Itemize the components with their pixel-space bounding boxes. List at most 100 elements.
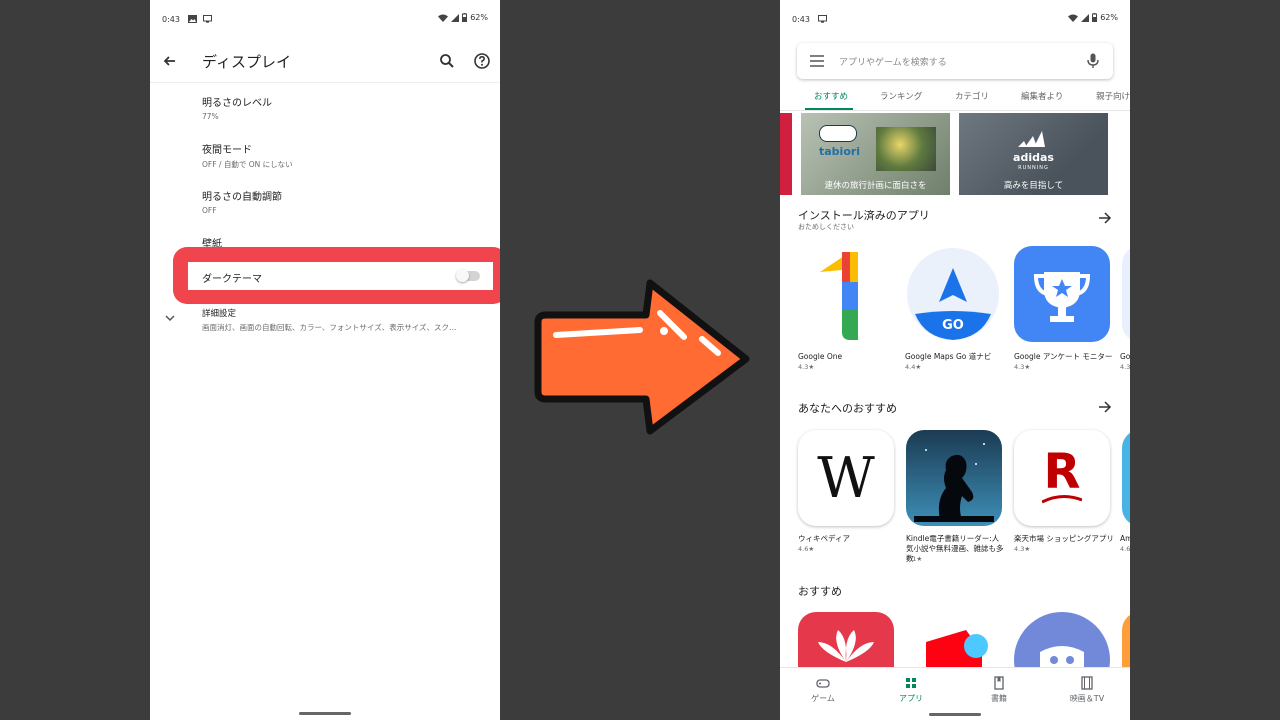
tab-recommended[interactable]: おすすめ: [814, 90, 848, 102]
app-name: Google アンケート モニター: [1014, 352, 1113, 361]
kindle-reader-icon: [914, 443, 994, 522]
app-rating: 4.3: [1120, 363, 1130, 371]
trophy-icon: [1033, 272, 1091, 322]
section-title-for-you: あなたへのおすすめ: [798, 402, 897, 415]
app-name: 楽天市場 ショッピングアプリ: [1014, 534, 1114, 543]
search-placeholder: アプリやゲームを検索する: [839, 58, 947, 68]
status-bar: 0:43 62%: [780, 10, 1130, 30]
film-icon: [1081, 676, 1093, 690]
banner-adidas[interactable]: adidas RUNNING 高みを目指して: [959, 113, 1108, 195]
arrow-right-icon[interactable]: [1098, 211, 1112, 225]
tab-indicator: [805, 108, 853, 110]
battery-icon: [1092, 13, 1098, 22]
app-icon-maps-go[interactable]: GO: [905, 246, 1001, 342]
app-rating: 4.6: [1120, 545, 1130, 553]
banner-caption: 高みを目指して: [1003, 181, 1064, 191]
banner-tabiori[interactable]: tabiori 連休の旅行計画に面白さを: [801, 113, 950, 195]
nav-games[interactable]: ゲーム: [788, 676, 858, 704]
section-title-installed: インストール済みのアプリ: [798, 209, 930, 222]
setting-title: 詳細設定: [202, 309, 237, 319]
screen-notification-icon: [818, 15, 827, 23]
setting-subtitle: 画面消灯、画面の自動回転、カラー、フォントサイズ、表示サイズ、スク…: [202, 323, 457, 332]
search-bar[interactable]: アプリやゲームを検索する: [797, 43, 1113, 79]
app-icon-partial[interactable]: [1122, 430, 1130, 526]
wifi-icon: [1068, 14, 1079, 22]
setting-adaptive-brightness[interactable]: 明るさの自動調節 OFF: [202, 188, 488, 215]
help-icon[interactable]: [472, 51, 492, 71]
setting-title: 明るさの自動調節: [202, 192, 282, 203]
setting-advanced[interactable]: 詳細設定 画面消灯、画面の自動回転、カラー、フォントサイズ、表示サイズ、スク…: [202, 307, 488, 333]
app-rating: 4.3★: [1014, 545, 1031, 553]
adidas-logo: adidas: [1013, 151, 1054, 164]
setting-subtitle: OFF / 自動で ON にしない: [202, 160, 293, 169]
book-icon: [994, 676, 1004, 690]
right-arrow-icon: [534, 279, 750, 435]
section-title-recommended: おすすめ: [798, 585, 842, 598]
chevron-down-icon[interactable]: [163, 311, 177, 325]
banner-partial[interactable]: [780, 113, 792, 195]
play-store-phone-screen: 0:43 62% アプリやゲームを検索する おすすめ ランキング カテゴリ 編集…: [780, 0, 1130, 720]
setting-dark-theme[interactable]: ダークテーマ: [188, 262, 493, 290]
banner-photo: [876, 127, 936, 171]
app-icon-partial[interactable]: [1122, 246, 1130, 342]
back-arrow-icon[interactable]: [160, 51, 180, 71]
app-icon-survey[interactable]: [1014, 246, 1110, 342]
battery-icon: [462, 13, 468, 22]
app-icon-kindle[interactable]: [906, 430, 1002, 526]
maps-go-label: GO: [942, 318, 964, 333]
adidas-logo-icon: [1018, 131, 1045, 147]
nav-books[interactable]: 書籍: [964, 676, 1034, 704]
tab-family[interactable]: 親子向け: [1096, 90, 1130, 102]
rakuten-swoosh-icon: [1042, 495, 1082, 504]
app-name: ウィキペディア: [798, 534, 850, 543]
status-time: 0:43: [792, 15, 810, 24]
app-rating: 4.3★: [798, 363, 815, 371]
app-name: Go: [1120, 352, 1130, 361]
menu-icon[interactable]: [809, 54, 825, 68]
signal-icon: [451, 13, 460, 22]
apps-grid-icon: [906, 678, 916, 688]
app-icon-google-one[interactable]: [798, 246, 894, 342]
tabiori-logo-frame: [819, 125, 857, 142]
settings-phone-screen: 0:43 62% ディスプレイ 明るさのレベル 77% 夜間モード OFF / …: [150, 0, 500, 720]
tab-ranking[interactable]: ランキング: [880, 90, 922, 102]
tabiori-logo: tabiori: [819, 145, 861, 158]
nav-label: アプリ: [899, 694, 923, 703]
app-name: Google Maps Go 道ナビ: [905, 352, 992, 361]
setting-night-mode[interactable]: 夜間モード OFF / 自動で ON にしない: [202, 141, 488, 170]
setting-subtitle: OFF: [202, 206, 217, 215]
nav-label: 映画＆TV: [1069, 694, 1105, 703]
wikipedia-glyph: W: [817, 446, 875, 511]
nav-label: ゲーム: [811, 694, 835, 703]
adidas-logo-sub: RUNNING: [1018, 165, 1049, 171]
dark-theme-label: ダークテーマ: [202, 274, 262, 285]
app-icon-wikipedia[interactable]: W: [798, 430, 894, 526]
status-bar: 0:43 62%: [150, 10, 500, 30]
banner-caption: 連休の旅行計画に面白さを: [824, 181, 927, 191]
search-icon[interactable]: [437, 51, 457, 71]
nav-apps[interactable]: アプリ: [876, 676, 946, 704]
nav-movies-tv[interactable]: 映画＆TV: [1052, 676, 1122, 704]
gamepad-icon: [816, 679, 830, 688]
screen-notification-icon: [203, 15, 212, 23]
tab-editors-choice[interactable]: 編集者より: [1021, 90, 1063, 102]
app-icon-rakuten[interactable]: R: [1014, 430, 1110, 526]
setting-title: 夜間モード: [202, 145, 252, 156]
tab-categories[interactable]: カテゴリ: [955, 90, 989, 102]
gesture-nav-bar[interactable]: [929, 713, 981, 716]
page-title: ディスプレイ: [202, 53, 291, 71]
setting-brightness-level[interactable]: 明るさのレベル 77%: [202, 94, 488, 121]
google-one-icon: [820, 252, 858, 340]
battery-percent: 62%: [470, 13, 488, 22]
signal-icon: [1081, 13, 1090, 22]
app-rating: 4.1★: [906, 555, 923, 563]
status-right: 62%: [438, 13, 488, 22]
microphone-icon[interactable]: [1087, 53, 1099, 69]
app-rating: 4.6★: [798, 545, 815, 553]
gesture-nav-bar[interactable]: [299, 712, 351, 715]
battery-percent: 62%: [1100, 13, 1118, 22]
dark-theme-toggle[interactable]: [456, 269, 480, 282]
nav-label: 書籍: [991, 694, 1007, 703]
arrow-right-icon[interactable]: [1098, 400, 1112, 414]
wifi-icon: [438, 14, 449, 22]
